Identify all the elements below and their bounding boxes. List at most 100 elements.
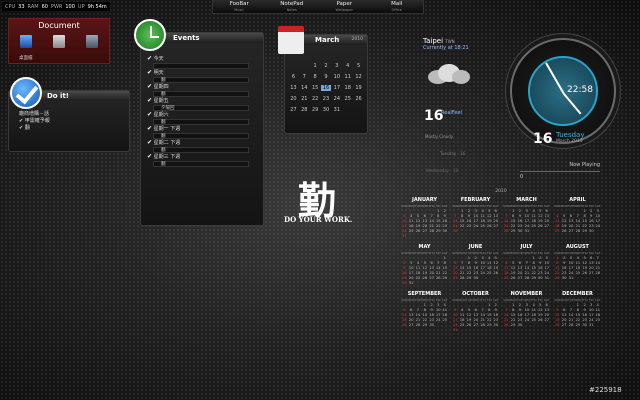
calendar-day[interactable]: 11 [342,74,353,80]
weekday-label: WED [523,251,531,255]
calendar-day[interactable]: 1 [310,63,321,69]
calendar-day[interactable]: 8 [310,74,321,80]
year-day: 13 [408,313,414,317]
calendar-day[interactable]: 18 [342,85,353,91]
document-label: 桌面檔 [19,56,33,61]
launcher-foobar[interactable]: FooBar Music [213,0,266,13]
desktop-folder-icon[interactable] [19,35,32,48]
calendar-day[interactable]: 12 [353,74,364,80]
calendar-day[interactable]: 14 [299,85,310,91]
year-day: 27 [493,224,499,228]
year-day: 2 [443,209,446,213]
calendar-day[interactable]: 7 [299,74,310,80]
watermark-id: #225918 [589,386,622,394]
launcher-paper[interactable]: Paper Wallpaper [318,0,371,13]
weekday-label: SAT [594,298,601,302]
calendar-day[interactable]: 25 [342,96,353,102]
calendar-day[interactable]: 19 [353,85,364,91]
weekday-label: MON [458,298,466,302]
year-day: 29 [510,229,516,233]
calendar-day[interactable]: 4 [342,63,353,69]
year-day: 27 [544,318,550,322]
drive-icon[interactable] [86,35,99,48]
weekday-label: WED [472,298,480,302]
year-day: 4 [576,256,580,260]
launcher-notepad[interactable]: NotePad Notes [266,0,319,13]
calendar-day[interactable]: 15 [310,85,321,91]
year-day: 31 [524,229,530,233]
calendar-day[interactable]: 23 [321,96,332,102]
calendar-day[interactable]: 6 [288,74,299,80]
year-day: 27 [422,229,428,233]
weekday-label: WED [472,204,480,208]
event-entry[interactable]: ✔ 星期五 夕陽回 [147,97,263,111]
cloud-icon [424,62,470,84]
calendar-day[interactable]: 24 [331,96,342,102]
calendar-day[interactable]: 13 [288,85,299,91]
document-file-icon[interactable] [52,35,65,48]
calendar-day[interactable]: 21 [299,96,310,102]
calendar-day[interactable]: 5 [353,63,364,69]
calendar-day[interactable]: 29 [310,107,321,113]
calendar-day[interactable] [288,63,299,69]
event-entry[interactable]: ✔ 星期三 下週翻 [147,153,263,167]
event-entry[interactable]: ✔ 星期四翻 [147,83,263,97]
calendar-day[interactable]: 2 [321,63,332,69]
year-day: 5 [562,214,566,218]
calendar-day[interactable]: 30 [321,107,332,113]
year-day: 29 [575,323,581,327]
todo-item[interactable]: ✔ 甲需確予報 [19,118,129,125]
calendar-day[interactable]: 10 [331,74,342,80]
weekday-label: WED [574,204,582,208]
calendar-day[interactable]: 17 [331,85,342,91]
todo-item[interactable]: ✔ 翻 [19,125,129,132]
calendar-day[interactable]: 9 [321,74,332,80]
todo-item[interactable]: 廠商增購－話 [19,111,129,118]
weather-dayafter: Wednesday · 19 [426,168,459,173]
year-day: 12 [493,261,499,265]
year-day: 1 [511,209,515,213]
calendar-day[interactable]: 22 [310,96,321,102]
year-day: 28 [575,229,581,233]
launcher-mail[interactable]: Mail Office [371,0,424,13]
ram-label: RAM [27,3,39,10]
year-day: 25 [575,271,581,275]
year-day: 30 [442,229,448,233]
calendar-day[interactable]: 20 [288,96,299,102]
event-entry[interactable]: ✔ 星期一 下週翻 [147,125,263,139]
year-day: 14 [524,266,530,270]
calendar-day[interactable] [299,63,310,69]
pwr-value: 100 [65,3,75,10]
event-entry[interactable]: ✔ 明天翻 [147,69,263,83]
year-day: 31 [568,276,574,280]
pwr-label: PWR [50,3,63,10]
calendar-day[interactable] [353,107,364,113]
year-day: 26 [493,271,499,275]
weekday-label: WED [421,298,429,302]
year-day: 24 [544,271,550,275]
calendar-day[interactable]: 3 [331,63,342,69]
document-widget: Document 桌面檔 [8,18,110,64]
year-month: JANUARY SUN MON TUE WED THU FRI SAT 1 2 3 4 5 6 7 8 9 10 1… [401,197,448,238]
event-entry[interactable]: ✔ 今天 [147,55,263,69]
year-day: 15 [459,219,465,223]
year-day: 30 [429,323,435,327]
year-day: 6 [474,308,478,312]
year-day: 22 [575,318,581,322]
year-day: 5 [423,261,427,265]
year-day: 20 [544,313,550,317]
calendar-day[interactable]: 27 [288,107,299,113]
weekday-label: WED [574,298,582,302]
calendar-day[interactable]: 31 [331,107,342,113]
calendar-day[interactable]: 28 [299,107,310,113]
calendar-day[interactable]: 16 [320,85,332,91]
calendar-day[interactable]: 26 [353,96,364,102]
event-entry[interactable]: ✔ 星期六翻 [147,111,263,125]
year-day: 14 [595,261,601,265]
weather-realfeel: RealFeel [441,110,462,116]
year-day: 30 [493,323,499,327]
year-day: 8 [511,308,515,312]
calendar-day[interactable] [342,107,353,113]
year-day: 26 [510,276,516,280]
event-entry[interactable]: ✔ 星期二 下週翻 [147,139,263,153]
